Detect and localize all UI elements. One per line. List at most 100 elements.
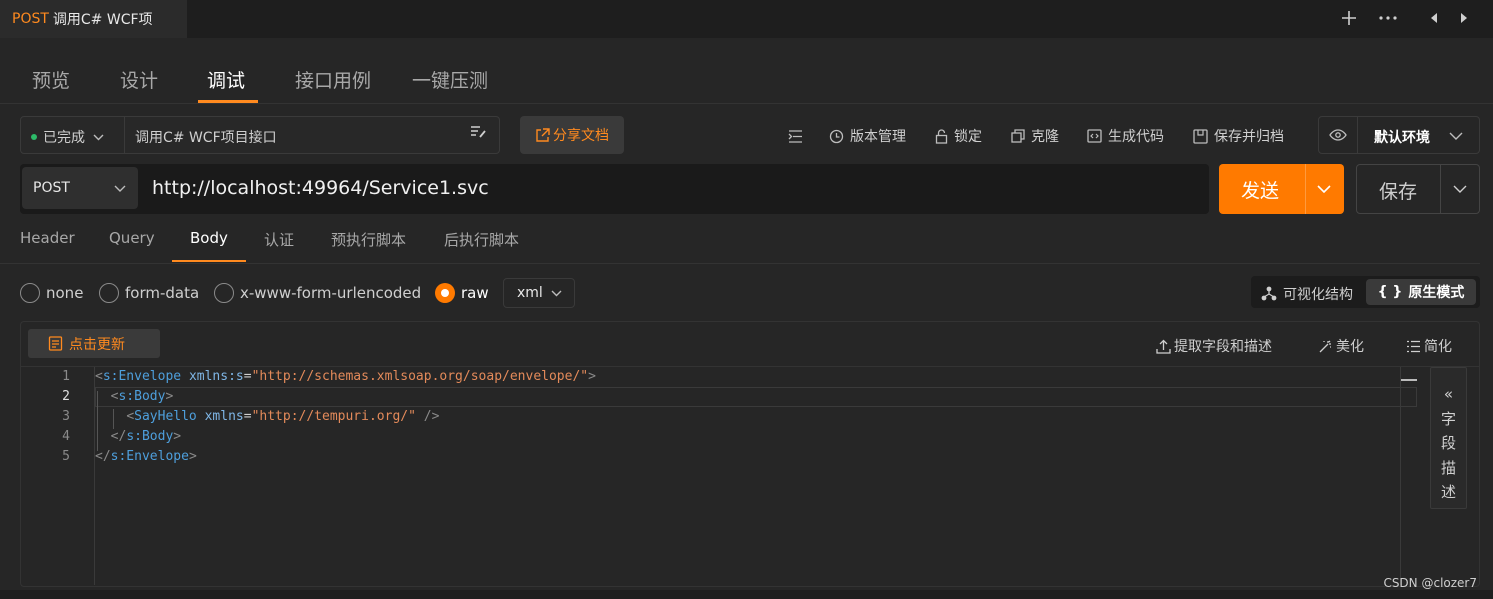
eye-icon[interactable] [1329,129,1347,141]
version-manage-label: 版本管理 [850,129,906,145]
chevron-down-icon [93,134,104,140]
bottom-bar [0,590,1493,599]
code-line[interactable]: </s:Envelope> [95,449,197,464]
scrollbar-track[interactable] [1400,367,1401,585]
archive-icon [1193,128,1208,144]
beautify-label: 美化 [1336,339,1364,355]
document-icon [48,336,63,351]
simplify-button[interactable]: 简化 [1406,336,1452,356]
xml-tag: s:Body [126,429,174,444]
code-line[interactable]: <SayHello xmlns="http://tempuri.org/" /> [95,409,439,424]
visual-mode-button[interactable]: 可视化结构 [1261,284,1353,304]
chevron-down-icon [1449,132,1463,140]
tab-header[interactable]: Header [20,229,75,247]
radio-none[interactable] [20,283,40,303]
share-doc-button[interactable]: 分享文档 [520,116,624,154]
line-number: 2 [62,389,70,404]
tab-load-test[interactable]: 一键压测 [412,66,488,93]
radio-urlencoded[interactable] [214,283,234,303]
field-panel-char: 字 [1440,409,1456,428]
magic-wand-icon [1319,340,1331,352]
prev-icon[interactable] [1422,6,1446,30]
more-icon[interactable] [1376,6,1400,30]
code-line[interactable]: </s:Body> [95,429,181,444]
raw-format-label: xml [517,285,543,301]
tab-auth[interactable]: 认证 [264,229,294,250]
method-select[interactable]: POST [22,167,138,209]
update-button[interactable]: 点击更新 [28,329,160,358]
tab-post-script[interactable]: 后执行脚本 [444,229,519,250]
active-tab-underline [198,100,258,103]
send-button[interactable]: 发送 [1219,164,1344,214]
share-doc-label: 分享文档 [553,128,609,144]
radio-none-label: none [46,284,84,302]
tab-preview[interactable]: 预览 [32,66,70,93]
tab-design[interactable]: 设计 [120,66,158,93]
lock-icon [935,128,948,144]
tab-pre-script[interactable]: 预执行脚本 [331,229,406,250]
url-input[interactable]: http://localhost:49964/Service1.svc [152,177,489,199]
clock-icon [829,129,844,143]
status-dropdown[interactable]: 已完成 [31,127,104,147]
save-button[interactable]: 保存 [1356,164,1480,214]
code-line[interactable]: <s:Body> [95,389,174,404]
clone-button[interactable]: 克隆 [1011,126,1059,146]
raw-format-select[interactable]: xml [503,278,575,308]
send-label: 发送 [1241,180,1280,202]
active-request-tab-underline [172,260,246,262]
line-number: 3 [62,409,70,424]
clone-label: 克隆 [1031,129,1059,145]
divider [1305,164,1306,214]
beautify-button[interactable]: 美化 [1318,336,1364,356]
environment-selector[interactable]: 默认环境 [1318,116,1480,154]
xml-tag: s:Envelope [110,449,189,464]
divider [124,117,125,153]
divider [0,263,1480,264]
divider [1440,165,1441,213]
collapse-left-icon: « [1443,385,1454,403]
window-tab-bar [0,0,1493,38]
divider [21,366,1479,367]
field-panel-char: 描 [1440,458,1456,477]
line-number: 1 [62,369,70,384]
status-dot-icon [31,134,37,140]
chevron-down-icon[interactable] [1453,185,1467,193]
next-icon[interactable] [1452,6,1476,30]
field-panel-char: 段 [1440,434,1456,452]
radio-form-data-label: form-data [125,284,200,302]
line-number: 5 [62,449,70,464]
extract-fields-button[interactable]: 提取字段和描述 [1156,336,1272,356]
lock-button[interactable]: 锁定 [935,126,982,146]
code-line[interactable]: <s:Envelope xmlns:s="http://schemas.xmls… [95,369,596,384]
plus-icon[interactable] [1337,6,1361,30]
save-archive-button[interactable]: 保存并归档 [1193,126,1284,146]
upload-icon [1156,339,1171,354]
tab-body[interactable]: Body [190,229,228,247]
raw-mode-label: 原生模式 [1408,285,1465,301]
version-manage-button[interactable]: 版本管理 [829,126,906,146]
xml-attr: xmlns:s [188,369,244,384]
generate-code-button[interactable]: 生成代码 [1087,126,1164,146]
tab-query[interactable]: Query [109,229,155,247]
radio-form-data[interactable] [99,283,119,303]
radio-raw[interactable] [435,283,455,303]
field-description-panel[interactable]: « 字 段 描 述 [1430,367,1467,509]
api-name[interactable]: 调用C# WCF项目接口 [135,127,277,147]
scrollbar-thumb[interactable] [1401,379,1417,381]
raw-mode-button[interactable]: { } 原生模式 [1366,279,1476,305]
save-label: 保存 [1379,181,1418,203]
method-label: POST [33,180,70,196]
request-tab[interactable]: POST 调用C# WCF项 [0,0,187,38]
current-line-highlight [95,387,1417,407]
chevron-down-icon[interactable] [1317,185,1331,193]
tab-debug[interactable]: 调试 [207,66,245,93]
edit-icon[interactable] [470,125,487,143]
xml-tag: s:Envelope [102,369,182,384]
tab-test-cases[interactable]: 接口用例 [295,66,371,93]
request-tab-title: 调用C# WCF项 [52,12,153,28]
request-tab-method: POST [12,11,49,27]
status-label: 已完成 [43,130,85,146]
xml-attr: xmlns [204,409,244,424]
radio-urlencoded-label: x-www-form-urlencoded [240,284,422,302]
outline-icon[interactable] [788,126,803,146]
